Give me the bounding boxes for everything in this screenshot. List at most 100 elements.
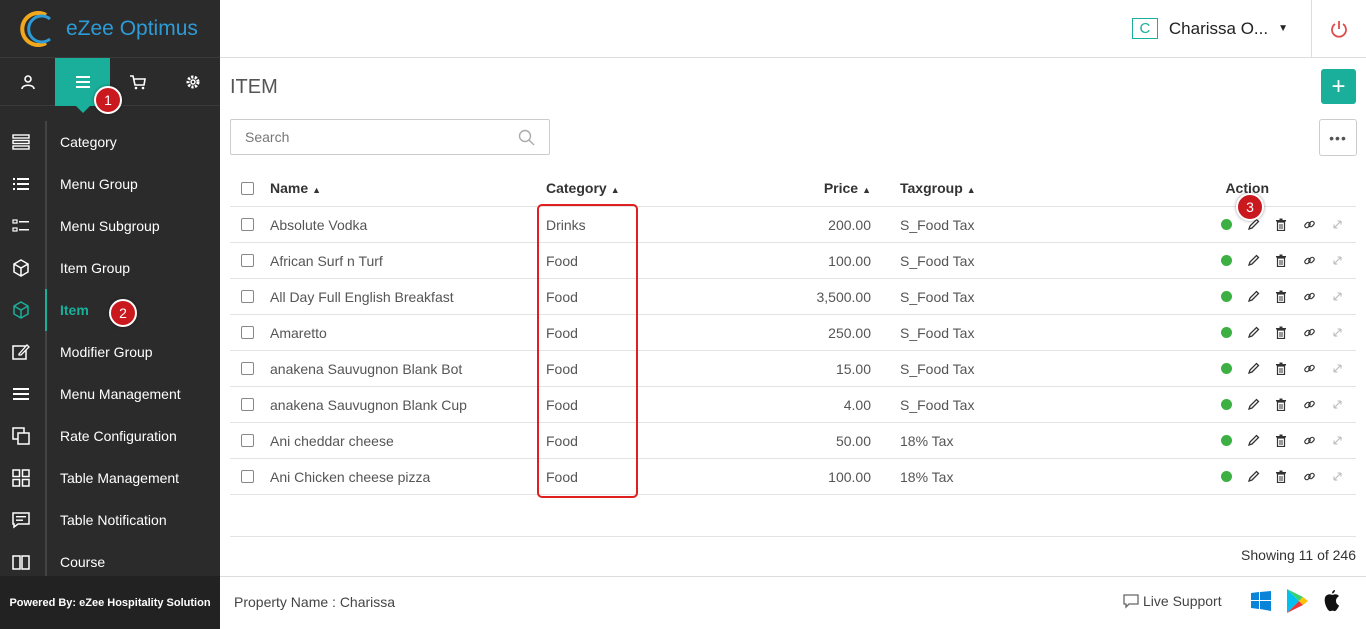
reorder-icon[interactable] [1330,218,1344,232]
column-category[interactable]: Category ▲ [546,180,696,196]
sidebar-item-menu-subgroup[interactable]: Menu Subgroup [0,205,220,247]
status-active-icon[interactable] [1221,363,1232,374]
column-taxgroup[interactable]: Taxgroup ▲ [871,180,1171,196]
table-row[interactable]: Ani cheddar cheese Food 50.00 18% Tax [230,423,1356,459]
cell-price: 250.00 [828,324,871,341]
cell-price: 100.00 [828,252,871,269]
delete-icon[interactable] [1274,398,1288,412]
sidebar-item-modifier-group[interactable]: Modifier Group [0,331,220,373]
delete-icon[interactable] [1274,218,1288,232]
reorder-icon[interactable] [1330,362,1344,376]
table-row[interactable]: All Day Full English Breakfast Food 3,500.… [230,279,1356,315]
sidebar-nav: Category Menu Group Menu Subgroup Item G… [0,121,220,576]
status-active-icon[interactable] [1221,471,1232,482]
table-row[interactable]: Amaretto Food 250.00 S_Food Tax [230,315,1356,351]
sidebar-item-category[interactable]: Category [0,121,220,163]
user-menu[interactable]: C Charissa O... ▼ [1131,18,1288,39]
status-active-icon[interactable] [1221,219,1232,230]
row-checkbox[interactable] [241,398,254,411]
edit-icon[interactable] [1246,254,1260,268]
edit-icon[interactable] [1246,434,1260,448]
add-item-button[interactable]: + [1321,69,1356,104]
delete-icon[interactable] [1274,254,1288,268]
reorder-icon[interactable] [1330,434,1344,448]
reorder-icon[interactable] [1330,398,1344,412]
cell-actions [1171,434,1356,448]
link-icon[interactable] [1302,398,1316,412]
table-row[interactable]: Absolute Vodka Drinks 200.00 S_Food Tax [230,207,1356,243]
table-row[interactable]: Ani Chicken cheese pizza Food 100.00 18% Ta… [230,459,1356,495]
reorder-icon[interactable] [1330,290,1344,304]
cell-actions [1171,254,1356,268]
column-name[interactable]: Name ▲ [270,180,546,196]
sidebar-item-item-group[interactable]: Item Group [0,247,220,289]
cell-price: 15.00 [835,360,871,377]
sidebar-item-table-management[interactable]: Table Management [0,457,220,499]
delete-icon[interactable] [1274,290,1288,304]
delete-icon[interactable] [1274,470,1288,484]
bullet-list-icon [0,177,42,191]
copy-icon [0,427,42,445]
power-icon[interactable] [1311,0,1366,57]
status-active-icon[interactable] [1221,291,1232,302]
link-icon[interactable] [1302,218,1316,232]
sidebar-item-rate-configuration[interactable]: Rate Configuration [0,415,220,457]
link-icon[interactable] [1302,470,1316,484]
edit-icon[interactable] [1246,470,1260,484]
reorder-icon[interactable] [1330,326,1344,340]
annotation-badge-3: 3 [1236,193,1264,221]
status-active-icon[interactable] [1221,399,1232,410]
table-row[interactable]: African Surf n Turf Food 100.00 S_Food Tax [230,243,1356,279]
row-checkbox[interactable] [241,290,254,303]
row-checkbox[interactable] [241,254,254,267]
sidebar-item-menu-management[interactable]: Menu Management [0,373,220,415]
search-input[interactable] [245,129,505,145]
table-row[interactable]: anakena Sauvugnon Blank Cup Food 4.00 S_Foo… [230,387,1356,423]
cell-taxgroup: S_Food Tax [900,324,975,341]
live-support-link[interactable]: Live Support [1123,593,1222,609]
sidebar-item-label: Item Group [60,260,131,276]
sidebar-item-label: Rate Configuration [60,428,177,444]
edit-icon[interactable] [1246,362,1260,376]
reorder-icon[interactable] [1330,254,1344,268]
link-icon[interactable] [1302,362,1316,376]
sort-asc-icon: ▲ [966,185,976,195]
select-all-checkbox[interactable] [241,181,254,195]
user-initial: C [1131,18,1158,39]
user-icon[interactable] [0,58,55,106]
sidebar-item-table-notification[interactable]: Table Notification [0,499,220,541]
partial-row [230,495,1356,503]
more-options-button[interactable]: ••• [1319,119,1357,156]
row-checkbox[interactable] [241,362,254,375]
apple-icon[interactable] [1322,589,1342,613]
sort-asc-icon: ▲ [862,185,871,195]
link-icon[interactable] [1302,254,1316,268]
status-active-icon[interactable] [1221,435,1232,446]
sidebar-item-menu-group[interactable]: Menu Group [0,163,220,205]
link-icon[interactable] [1302,434,1316,448]
search-icon[interactable] [518,129,535,151]
edit-icon[interactable] [1246,398,1260,412]
table-row[interactable]: anakena Sauvugnon Blank Bot Food 15.00 S_Fo… [230,351,1356,387]
edit-icon[interactable] [1246,326,1260,340]
delete-icon[interactable] [1274,434,1288,448]
row-checkbox[interactable] [241,434,254,447]
cell-actions [1171,218,1356,232]
app-name: eZee Optimus [66,16,198,40]
google-play-icon[interactable] [1285,588,1309,614]
row-checkbox[interactable] [241,326,254,339]
gear-icon[interactable] [165,58,220,106]
windows-icon[interactable] [1250,590,1272,612]
row-checkbox[interactable] [241,470,254,483]
link-icon[interactable] [1302,326,1316,340]
reorder-icon[interactable] [1330,470,1344,484]
status-active-icon[interactable] [1221,255,1232,266]
row-checkbox[interactable] [241,218,254,231]
sidebar-item-course[interactable]: Course [0,541,220,576]
delete-icon[interactable] [1274,362,1288,376]
edit-icon[interactable] [1246,290,1260,304]
delete-icon[interactable] [1274,326,1288,340]
link-icon[interactable] [1302,290,1316,304]
status-active-icon[interactable] [1221,327,1232,338]
column-price[interactable]: Price ▲ [696,180,871,196]
